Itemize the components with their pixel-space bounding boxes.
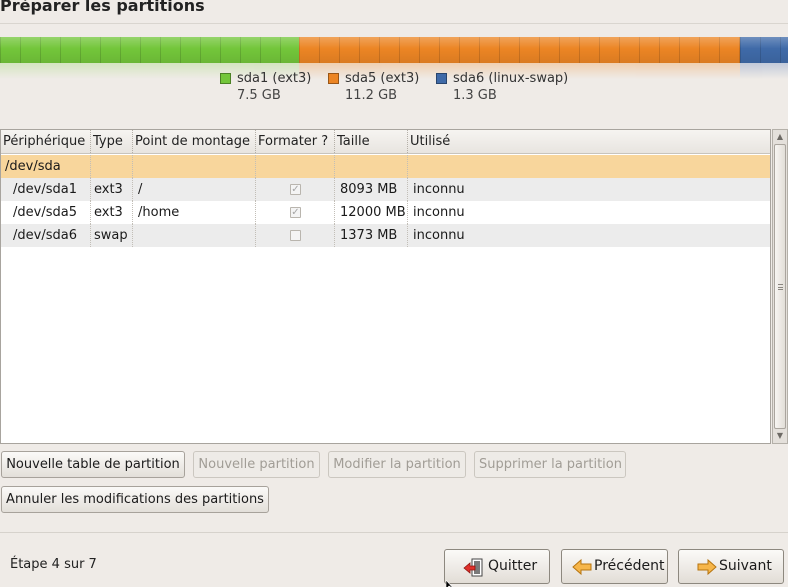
cell-used: inconnu: [413, 205, 465, 220]
back-button[interactable]: Précédent: [561, 549, 668, 584]
cell-device: /dev/sda1: [13, 178, 91, 201]
scroll-up-arrow-icon[interactable]: ▲: [773, 130, 787, 144]
cell-device: /dev/sda: [5, 155, 91, 178]
cell-type: swap: [91, 224, 133, 247]
cell-size: 1373 MB: [335, 224, 408, 247]
column-header-device[interactable]: Périphérique: [1, 130, 91, 153]
next-label: Suivant: [719, 558, 772, 574]
column-header-type[interactable]: Type: [91, 130, 133, 153]
table-row[interactable]: /dev/sda5 ext3 /home ✓ 12000 MB inconnu: [1, 201, 770, 224]
quit-button[interactable]: Quitter: [444, 549, 550, 584]
partition-segment-sda5: [299, 37, 740, 63]
cell-device: /dev/sda6: [13, 224, 91, 247]
back-label: Précédent: [594, 558, 665, 574]
legend-swatch: [328, 73, 339, 84]
cell-size: 12000 MB: [335, 201, 408, 224]
column-header-mount[interactable]: Point de montage: [133, 130, 256, 153]
legend-label: sda6 (linux-swap): [453, 71, 569, 86]
partition-legend: sda1 (ext3) 7.5 GB sda5 (ext3) 11.2 GB s…: [0, 71, 788, 105]
format-checkbox[interactable]: ✓: [290, 184, 301, 195]
arrow-right-icon: [697, 558, 717, 580]
cell-mount: /: [133, 178, 256, 201]
legend-size: 1.3 GB: [453, 88, 497, 103]
delete-partition-button[interactable]: Supprimer la partition: [474, 451, 626, 478]
cell-used: inconnu: [413, 228, 465, 243]
new-partition-table-button[interactable]: Nouvelle table de partition: [1, 451, 185, 478]
cell-type: ext3: [91, 178, 133, 201]
table-header: Périphérique Type Point de montage Forma…: [1, 130, 770, 154]
mouse-pointer-icon: [445, 578, 456, 587]
undo-partition-changes-button[interactable]: Annuler les modifications des partitions: [1, 486, 269, 513]
legend-size: 11.2 GB: [345, 88, 398, 103]
cell-size: 8093 MB: [335, 178, 408, 201]
partition-bar: [0, 37, 788, 63]
cell-type: ext3: [91, 201, 133, 224]
footer-divider: [0, 532, 788, 533]
column-header-used[interactable]: Utilisé: [408, 130, 770, 153]
partition-segment-sda6: [740, 37, 788, 63]
cell-mount: /home: [133, 201, 256, 224]
column-header-size[interactable]: Taille: [335, 130, 408, 153]
partition-segment-sda1: [0, 37, 299, 63]
format-checkbox[interactable]: ✓: [290, 207, 301, 218]
table-row[interactable]: /dev/sda1 ext3 / ✓ 8093 MB inconnu: [1, 178, 770, 201]
table-scrollbar[interactable]: ▲ ▼: [772, 129, 788, 444]
legend-label: sda1 (ext3): [237, 71, 312, 86]
next-button[interactable]: Suivant: [678, 549, 784, 584]
legend-swatch: [220, 73, 231, 84]
quit-door-icon: [463, 558, 485, 582]
scrollbar-thumb[interactable]: [774, 144, 786, 429]
partition-table: Périphérique Type Point de montage Forma…: [0, 129, 771, 444]
legend-label: sda5 (ext3): [345, 71, 420, 86]
format-checkbox[interactable]: [290, 230, 301, 241]
table-row[interactable]: /dev/sda6 swap 1373 MB inconnu: [1, 224, 770, 247]
title-divider: [0, 23, 788, 24]
step-indicator: Étape 4 sur 7: [10, 557, 97, 572]
grip-icon: [778, 284, 783, 290]
cell-device: /dev/sda5: [13, 201, 91, 224]
scroll-down-arrow-icon[interactable]: ▼: [773, 429, 787, 443]
cell-used: inconnu: [413, 182, 465, 197]
page-title: Préparer les partitions: [0, 0, 205, 15]
legend-swatch: [436, 73, 447, 84]
legend-size: 7.5 GB: [237, 88, 281, 103]
cell-mount: [133, 224, 256, 247]
quit-label: Quitter: [488, 558, 538, 574]
edit-partition-button[interactable]: Modifier la partition: [328, 451, 466, 478]
new-partition-button[interactable]: Nouvelle partition: [193, 451, 320, 478]
column-header-format[interactable]: Formater ?: [256, 130, 335, 153]
table-row-disk[interactable]: /dev/sda: [1, 155, 770, 178]
arrow-left-icon: [572, 558, 592, 580]
